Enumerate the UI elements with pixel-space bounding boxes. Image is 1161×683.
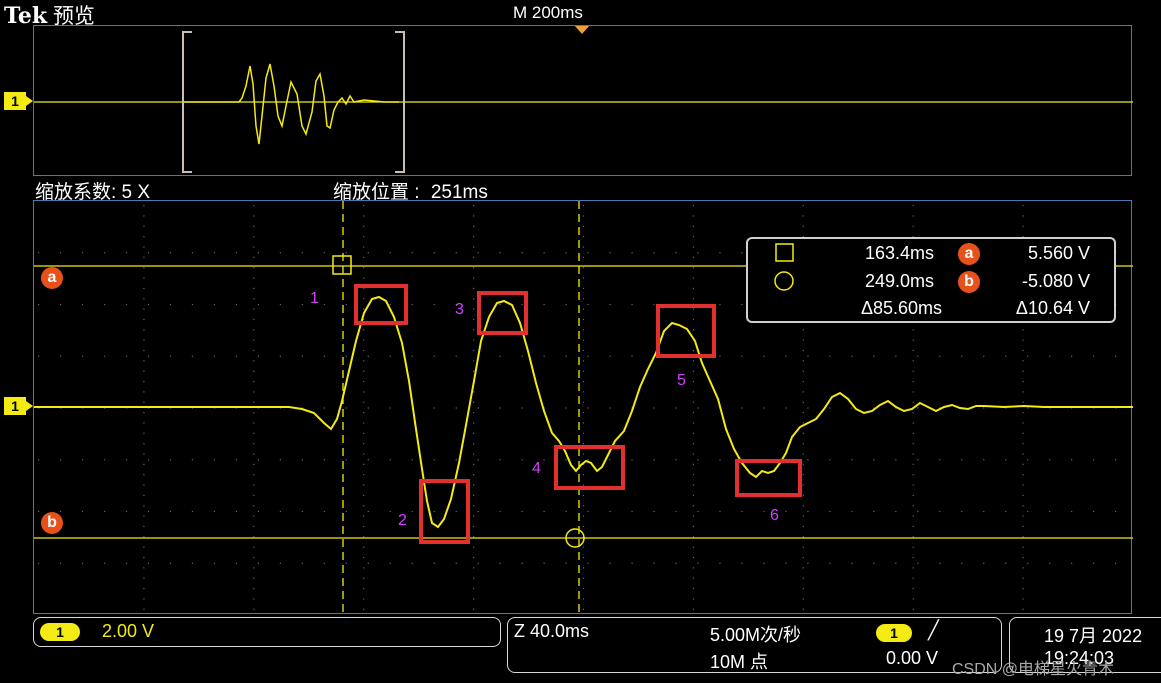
ground-marker-arrow-icon bbox=[26, 401, 33, 411]
channel-1-ground-marker[interactable]: 1 bbox=[4, 397, 26, 415]
overview-trace bbox=[184, 63, 399, 145]
overview-marker-arrow-icon bbox=[26, 96, 33, 106]
cursor-b-voltage: -5.080 V bbox=[1021, 271, 1090, 291]
cursor-b-marker[interactable]: b bbox=[41, 512, 63, 534]
cursor-a-voltage: 5.560 V bbox=[1027, 243, 1090, 263]
horizontal-trigger-panel[interactable]: Z 40.0ms 5.00M次/秒 10M 点 1 ╱ 0.00 V bbox=[507, 617, 1002, 673]
channel-1-scale-panel[interactable]: 1 2.00 V bbox=[33, 617, 501, 647]
cursor-readout-panel: 163.4ms a 5.560 V 249.0ms b -5.080 V Δ85… bbox=[746, 237, 1116, 323]
sample-rate: 5.00M次/秒 bbox=[710, 625, 802, 645]
zoom-time-scale: Z 40.0ms bbox=[514, 621, 590, 641]
annotation-label-3: 3 bbox=[455, 301, 464, 318]
annotation-box-6 bbox=[735, 459, 802, 497]
rising-edge-icon: ╱ bbox=[928, 620, 939, 640]
circle-cursor-icon bbox=[774, 271, 794, 291]
cursor-a-time: 163.4ms bbox=[864, 243, 934, 263]
overview-waveform-window bbox=[33, 25, 1133, 176]
annotation-box-5 bbox=[656, 304, 716, 358]
delta-time: Δ85.60ms bbox=[860, 298, 942, 318]
overview-channel-marker: 1 bbox=[4, 92, 26, 110]
trigger-source-chip: 1 bbox=[876, 624, 912, 642]
annotation-label-6: 6 bbox=[770, 507, 779, 524]
timebase-readout: M 200ms bbox=[513, 3, 583, 22]
ch1-chip: 1 bbox=[40, 623, 80, 641]
record-length: 10M 点 bbox=[710, 652, 769, 672]
date-display: 19 7月 2022 bbox=[1044, 626, 1143, 646]
square-cursor-icon bbox=[775, 243, 794, 262]
readout-b-icon: b bbox=[958, 271, 980, 293]
annotation-label-2: 2 bbox=[398, 512, 407, 529]
annotation-label-4: 4 bbox=[532, 460, 541, 477]
annotation-box-2 bbox=[419, 479, 470, 544]
cursor-a-square-handle[interactable] bbox=[332, 255, 352, 275]
ch1-scale-value: 2.00 V bbox=[102, 621, 155, 641]
cursor-a-marker[interactable]: a bbox=[41, 267, 63, 289]
annotation-label-1: 1 bbox=[310, 290, 319, 307]
overview-plot bbox=[34, 31, 1133, 173]
annotation-label-5: 5 bbox=[677, 372, 686, 389]
delta-voltage: Δ10.64 V bbox=[1015, 298, 1090, 318]
readout-a-icon: a bbox=[958, 243, 980, 265]
cursor-b-time: 249.0ms bbox=[864, 271, 934, 291]
trigger-level: 0.00 V bbox=[886, 648, 939, 668]
watermark: CSDN @电梯星火青木 bbox=[952, 661, 1115, 678]
